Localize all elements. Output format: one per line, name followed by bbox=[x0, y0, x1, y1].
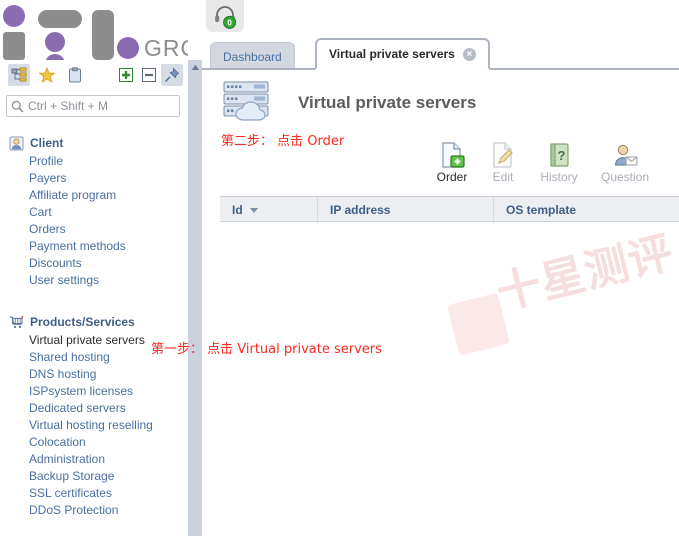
sidebar-item-cart[interactable]: Cart bbox=[0, 204, 188, 221]
column-header-ip-address[interactable]: IP address bbox=[318, 197, 494, 223]
column-header-id[interactable]: Id bbox=[220, 197, 318, 223]
action-label: Question bbox=[600, 170, 650, 184]
sidebar-item-shared-hosting[interactable]: Shared hosting bbox=[0, 349, 188, 366]
sidebar-item-ssl-certificates[interactable]: SSL certificates bbox=[0, 485, 188, 502]
sidebar-item-orders[interactable]: Orders bbox=[0, 221, 188, 238]
favorites-button[interactable] bbox=[36, 64, 58, 86]
search-input[interactable] bbox=[24, 98, 170, 114]
close-icon[interactable]: × bbox=[462, 47, 476, 61]
sidebar-item-dedicated-servers[interactable]: Dedicated servers bbox=[0, 400, 188, 417]
page-title: Virtual private servers bbox=[298, 92, 477, 112]
top-bar: 0 bbox=[202, 0, 679, 36]
sidebar-item-virtual-hosting-reselling[interactable]: Virtual hosting reselling bbox=[0, 417, 188, 434]
servers-table: Id IP address OS template bbox=[220, 196, 679, 282]
column-label: OS template bbox=[506, 203, 577, 217]
sidebar-toolbar bbox=[0, 62, 188, 90]
sidebar-section-header-products-services[interactable]: Products/Services bbox=[0, 312, 188, 332]
sort-desc-icon bbox=[249, 207, 258, 213]
sidebar: GROUP bbox=[0, 0, 188, 536]
action-label: History bbox=[540, 170, 578, 184]
tab-virtual-private-servers[interactable]: Virtual private servers × bbox=[315, 38, 490, 70]
column-label: IP address bbox=[330, 203, 391, 217]
table-header-row: Id IP address OS template bbox=[220, 196, 679, 223]
edit-button[interactable]: Edit bbox=[475, 140, 531, 184]
sidebar-scroll-up-button[interactable] bbox=[188, 60, 202, 74]
sidebar-item-payment-methods[interactable]: Payment methods bbox=[0, 238, 188, 255]
sidebar-section-title: Products/Services bbox=[30, 315, 135, 329]
page-header: Virtual private servers bbox=[220, 80, 476, 125]
chevron-up-icon bbox=[191, 64, 199, 70]
sidebar-item-colocation[interactable]: Colocation bbox=[0, 434, 188, 451]
history-button[interactable]: ? History bbox=[531, 140, 587, 184]
support-button[interactable]: 0 bbox=[206, 0, 244, 32]
action-toolbar: Order Edit ? History Question bbox=[424, 140, 674, 188]
sidebar-scrollbar[interactable] bbox=[188, 60, 202, 536]
sidebar-item-payers[interactable]: Payers bbox=[0, 170, 188, 187]
shopping-cart-icon bbox=[8, 314, 24, 330]
tab-label: Dashboard bbox=[223, 49, 282, 64]
question-button[interactable]: Question bbox=[597, 140, 653, 184]
sidebar-item-dns-hosting[interactable]: DNS hosting bbox=[0, 366, 188, 383]
support-badge-count: 0 bbox=[227, 19, 232, 28]
collapse-all-button[interactable] bbox=[138, 64, 160, 86]
clipboard-button[interactable] bbox=[64, 64, 86, 86]
svg-text:GROUP: GROUP bbox=[144, 35, 188, 60]
sidebar-item-ddos-protection[interactable]: DDoS Protection bbox=[0, 502, 188, 519]
search-icon bbox=[11, 100, 24, 113]
sidebar-scrollbar-spacer bbox=[188, 0, 202, 60]
watermark-logo-icon bbox=[446, 292, 510, 356]
user-icon bbox=[8, 135, 24, 151]
tree-view-button[interactable] bbox=[8, 64, 30, 86]
user-message-icon bbox=[597, 140, 653, 170]
tab-bar: Dashboard Virtual private servers × bbox=[202, 36, 679, 70]
brand-logo: GROUP bbox=[0, 2, 188, 60]
sidebar-section-header-client[interactable]: Client bbox=[0, 133, 188, 153]
sidebar-item-discounts[interactable]: Discounts bbox=[0, 255, 188, 272]
page-edit-icon bbox=[475, 140, 531, 170]
pin-sidebar-button[interactable] bbox=[161, 64, 183, 86]
sidebar-item-backup-storage[interactable]: Backup Storage bbox=[0, 468, 188, 485]
page-add-icon bbox=[424, 140, 480, 170]
server-cloud-icon bbox=[220, 80, 282, 125]
sidebar-section-title: Client bbox=[30, 136, 64, 150]
sidebar-item-ispsystem-licenses[interactable]: ISPsystem licenses bbox=[0, 383, 188, 400]
table-body-empty bbox=[220, 222, 679, 282]
action-label: Order bbox=[436, 170, 468, 184]
main-content: 0 Dashboard Virtual private servers × Vi… bbox=[202, 0, 679, 536]
sidebar-section-client: Client Profile Payers Affiliate program … bbox=[0, 133, 188, 289]
column-label: Id bbox=[232, 203, 243, 217]
book-question-icon: ? bbox=[531, 140, 587, 170]
sidebar-item-user-settings[interactable]: User settings bbox=[0, 272, 188, 289]
tab-label: Virtual private servers bbox=[329, 47, 455, 61]
search-box[interactable] bbox=[6, 95, 180, 117]
application-window: GROUP bbox=[0, 0, 679, 536]
svg-text:?: ? bbox=[558, 148, 566, 163]
sidebar-section-products-services: Products/Services Virtual private server… bbox=[0, 312, 188, 519]
sidebar-item-administration[interactable]: Administration bbox=[0, 451, 188, 468]
order-button[interactable]: Order bbox=[424, 140, 480, 184]
action-label: Edit bbox=[492, 170, 514, 184]
sidebar-item-profile[interactable]: Profile bbox=[0, 153, 188, 170]
tab-dashboard[interactable]: Dashboard bbox=[210, 42, 295, 70]
sidebar-item-affiliate-program[interactable]: Affiliate program bbox=[0, 187, 188, 204]
column-header-os-template[interactable]: OS template bbox=[494, 197, 679, 223]
sidebar-item-virtual-private-servers[interactable]: Virtual private servers bbox=[0, 332, 188, 349]
expand-all-button[interactable] bbox=[115, 64, 137, 86]
